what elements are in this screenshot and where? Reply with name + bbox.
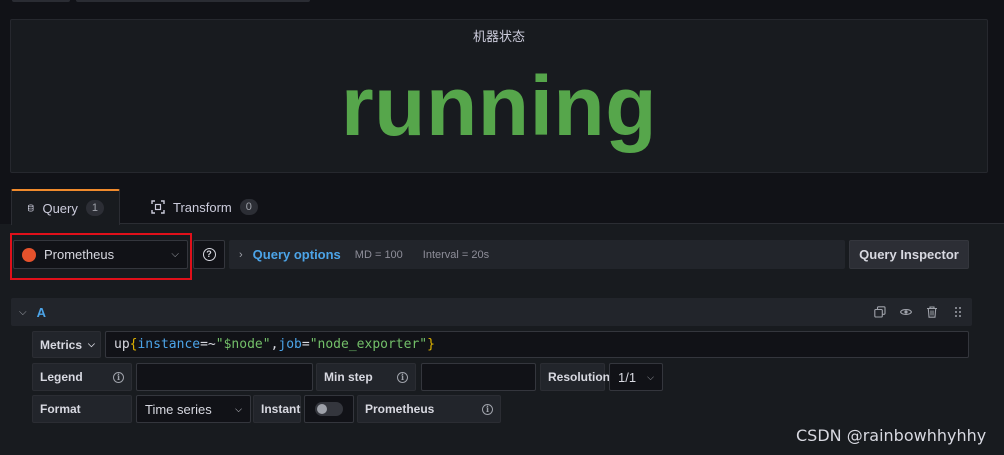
query-row-header: ⌵ A [11, 298, 972, 326]
highlight-box [10, 233, 192, 280]
trash-icon[interactable] [926, 306, 938, 318]
datasource-help-button[interactable]: ? [193, 240, 225, 269]
tab-query[interactable]: Query 1 [11, 189, 120, 225]
query-options-toggle[interactable]: › Query options MD = 100 Interval = 20s [229, 240, 845, 269]
eye-icon[interactable] [900, 306, 912, 318]
format-label: Format [40, 402, 81, 416]
chevron-down-icon: ⌵ [647, 371, 654, 382]
top-toolbar-fragment [12, 0, 70, 2]
resolution-value: 1/1 [618, 369, 637, 385]
database-icon [27, 204, 34, 212]
expr-value-job: "node_exporter" [309, 337, 428, 352]
tab-transform-count: 0 [239, 199, 258, 215]
expr-value-node: "$node" [215, 337, 271, 352]
expr-label-job: job [278, 337, 302, 352]
format-value: Time series [145, 401, 212, 417]
legend-input[interactable] [136, 363, 313, 391]
collapse-chevron-icon[interactable]: ⌵ [19, 307, 27, 318]
datasource-tag: Prometheus [365, 402, 435, 416]
format-select[interactable]: Time series ⌵ [136, 395, 251, 423]
info-icon[interactable]: i [113, 371, 124, 383]
query-options-interval: Interval = 20s [422, 248, 490, 261]
expr-comma: , [270, 337, 279, 352]
top-toolbar-fragment-2 [76, 0, 310, 2]
datasource-tag-box: Prometheus i [357, 395, 501, 423]
expr-brace-close: } [427, 337, 435, 352]
legend-label: Legend [40, 370, 83, 384]
metrics-label: Metrics [40, 337, 83, 352]
watermark: CSDN @rainbowhhyhhy [796, 426, 987, 445]
legend-label-box: Legend i [32, 363, 132, 391]
instant-label-box: Instant [253, 395, 301, 423]
tab-query-count: 1 [85, 200, 104, 216]
query-options-md: MD = 100 [354, 248, 403, 261]
query-inspector-button[interactable]: Query Inspector [849, 240, 969, 269]
expr-metric: up [114, 337, 130, 352]
metrics-browser-button[interactable]: Metrics ⌵ [32, 331, 101, 358]
expr-label-instance: instance [137, 337, 201, 352]
tab-query-label: Query [42, 200, 78, 216]
query-options-label: Query options [252, 247, 341, 262]
instant-toggle-wrapper [304, 395, 354, 423]
chevron-down-icon: ⌵ [235, 403, 242, 414]
tab-transform[interactable]: Transform 0 [136, 189, 273, 225]
tab-transform-label: Transform [173, 199, 232, 215]
format-label-box: Format [32, 395, 132, 423]
chevron-down-icon: ⌵ [88, 339, 95, 349]
expr-op-eq: = [301, 337, 310, 352]
metrics-query-input[interactable]: up{instance =~ "$node", job = "node_exporter"… [105, 331, 969, 358]
question-icon: ? [202, 248, 216, 261]
resolution-label-box: Resolution [540, 363, 610, 391]
stat-panel: 机器状态 running [10, 19, 988, 173]
expr-op-regex: =~ [200, 337, 216, 352]
info-icon[interactable]: i [482, 403, 493, 415]
info-icon[interactable]: i [397, 371, 408, 383]
resolution-label: Resolution [548, 370, 610, 384]
transform-icon [151, 200, 165, 214]
min-step-label-box: Min step i [316, 363, 416, 391]
chevron-right-icon: › [239, 248, 243, 261]
drag-handle-icon[interactable] [952, 306, 964, 318]
duplicate-icon[interactable] [874, 306, 886, 318]
query-row-name[interactable]: A [37, 305, 46, 320]
min-step-label: Min step [324, 370, 373, 384]
instant-label: Instant [261, 402, 301, 416]
panel-title: 机器状态 [472, 30, 525, 45]
expr-brace-open: { [129, 337, 138, 352]
instant-toggle[interactable] [315, 402, 343, 416]
min-step-input[interactable] [421, 363, 536, 391]
stat-value: running [340, 59, 658, 153]
query-row-actions [874, 306, 964, 318]
resolution-select[interactable]: 1/1 ⌵ [609, 363, 663, 391]
